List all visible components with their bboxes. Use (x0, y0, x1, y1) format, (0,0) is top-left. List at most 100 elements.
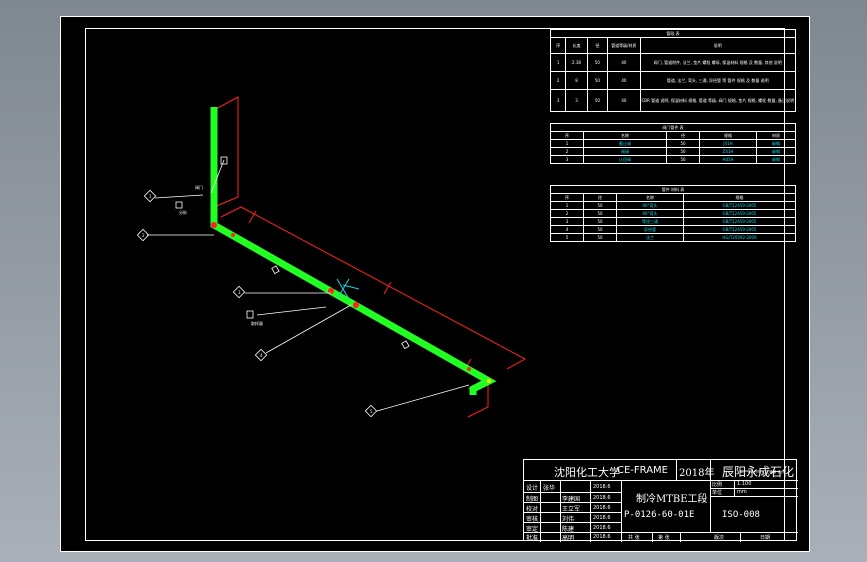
dim-main-run (220, 206, 527, 370)
role-label: 校对 (526, 506, 539, 513)
role-name: 李建国 (562, 496, 581, 503)
table-row: 1 50 90°弯头 GB/T12459-2005 (550, 201, 796, 210)
table-title: 管件 材料 表 (550, 185, 796, 194)
table-cell: 50 (583, 209, 617, 218)
table-header: 序 (550, 193, 584, 202)
table-cell: 3 (549, 89, 567, 112)
table-cell: 管道, 法兰, 弯头, 三通, 异径管 等 管件 规格 及 数量 说明 (639, 71, 797, 90)
sign-date: 2018.6 (593, 515, 611, 521)
sampler-label: 取样器 (251, 320, 263, 326)
table-cell: J41H (699, 139, 757, 148)
callout-number: 4 (260, 353, 263, 358)
table-row: 1 2.38 50 40 阀门, 管道附件, 法兰, 垫片 螺栓 螺母, 保温材… (549, 53, 797, 72)
title-block: 沈阳化工大学 CE-FRAME 2018年 辰阳永成石化 设计 制图 校对 审核… (523, 459, 798, 542)
flange-marker-icon (271, 265, 280, 275)
table-cell: GB/T12459-2005 (683, 225, 796, 234)
pipe-components (175, 156, 491, 383)
table-cell: 3 (550, 155, 584, 164)
sheet-index: 第 张 (658, 535, 670, 541)
year-label: 2018年 (679, 468, 715, 479)
table-header: 材质 (756, 131, 796, 140)
callout-number: 3 (238, 290, 241, 295)
unit-value: mm (737, 489, 747, 495)
role-label: 审核 (526, 516, 539, 523)
table-cell: 40 (607, 89, 641, 112)
unit-label: 单位 (712, 490, 723, 496)
table-cell: 等径三通 (616, 217, 684, 226)
table-cell: GB/T12459-2005 (683, 209, 796, 218)
sampler-box-icon (246, 310, 254, 319)
table-row: 3 止回阀 50 H41H 碳钢 (550, 155, 796, 164)
table-cell: 截止阀 (583, 139, 667, 148)
table-header: 规格 (683, 193, 796, 202)
sign-date: 2018.6 (593, 495, 611, 501)
table-cell: 2.38 (565, 53, 588, 72)
scale-value: 1:100 (737, 481, 752, 487)
valve-label: 阀门 (195, 184, 203, 190)
table-cell: Z41H (699, 147, 757, 156)
iso-number: ISO-008 (722, 510, 760, 520)
table-cell: 40 (607, 71, 641, 90)
frame-name: CE-FRAME (617, 465, 668, 476)
table-row: 1 截止阀 50 J41H 碳钢 (550, 139, 796, 148)
component-labels: 阀门 分析 取样器 (179, 184, 263, 326)
table-cell: 1 (550, 139, 584, 148)
table-cell: 50 (583, 225, 617, 234)
table-cell: 90°弯头 (616, 209, 684, 218)
table-header: 规格 (699, 131, 757, 140)
table-cell: HG/T20592-2009 (683, 233, 796, 242)
table-cell: 1 (549, 53, 567, 72)
table-cell: 2 (550, 147, 584, 156)
dimension-lines (213, 96, 527, 418)
table-cell: 止回阀 (583, 155, 667, 164)
tee-icon (231, 233, 235, 237)
analyzer-label: 分析 (179, 209, 187, 215)
table-cell: 50 (666, 147, 700, 156)
table-cell: 碳钢 (756, 139, 796, 148)
table-cell: 碳钢 (756, 147, 796, 156)
leader-lines (147, 159, 470, 412)
table-cell: H41H (699, 155, 757, 164)
table-cell: 50 (586, 89, 609, 112)
table-header: 名称 (583, 131, 667, 140)
table-cell: 2 (549, 71, 567, 90)
table-header: 说明 (639, 37, 797, 54)
table-header: 序 (550, 131, 584, 140)
date-label: 日期 (760, 535, 771, 541)
table-cell: 90°弯头 (616, 201, 684, 210)
table-cell: CBR 管道 说明, 保温材料 规格, 管道 等级, 阀门 规格, 垫片 规格,… (639, 89, 797, 112)
table-header: 管道等级/材质 (607, 37, 641, 54)
sheet-total: 共 张 (628, 535, 640, 541)
table-row: 5 50 法兰 HG/T20592-2009 (550, 233, 796, 242)
role-name: 张华 (543, 485, 556, 492)
role-label: 制图 (526, 496, 539, 503)
table-cell: 50 (586, 53, 609, 72)
valve-fitting-table: 阀门管件 表 序 名称 径 规格 材质 1 截止阀 50 J41H 碳钢 2 闸… (550, 123, 796, 164)
table-cell: 法兰 (616, 233, 684, 242)
company-subtitle: 年产 XX 万吨 工艺管道 设计 (740, 470, 785, 474)
table-cell: 8 (565, 71, 588, 90)
callout-markers (136, 189, 378, 418)
table-cell: 阀门, 管道附件, 法兰, 垫片 螺栓 螺母, 保温材料 规格 及 数量, 其他… (639, 53, 797, 72)
reducer-icon (467, 367, 471, 371)
sign-date: 2018.6 (593, 525, 611, 531)
table-cell: 50 (583, 233, 617, 242)
sign-date: 2018.6 (593, 484, 611, 490)
school-name: 沈阳化工大学 (554, 466, 620, 479)
scale-label: 比例 (712, 482, 723, 488)
drawing-sheet: 1 2 3 4 5 阀门 分析 取样器 管段 表 序 长度 径 管道等级/材质 … (60, 16, 810, 552)
valve-icon-2 (353, 302, 359, 308)
table-cell: 2 (550, 209, 584, 218)
table-header: 名称 (616, 193, 684, 202)
table-title: 管段 表 (550, 29, 796, 38)
drawing-number: P-0126-60-01E (624, 510, 695, 520)
callout-numbers: 1 2 3 4 5 (142, 194, 373, 414)
table-cell: 3 (550, 217, 584, 226)
pipe-segment-table: 管段 表 序 长度 径 管道等级/材质 说明 1 2.38 50 40 阀门, … (549, 29, 797, 112)
table-cell: 异径管 (616, 225, 684, 234)
table-cell: 50 (666, 139, 700, 148)
sign-date: 2018.6 (593, 534, 611, 540)
sign-date: 2018.6 (593, 505, 611, 511)
dim-vertical-frame (213, 96, 239, 208)
elbow-icon-2 (487, 379, 491, 383)
